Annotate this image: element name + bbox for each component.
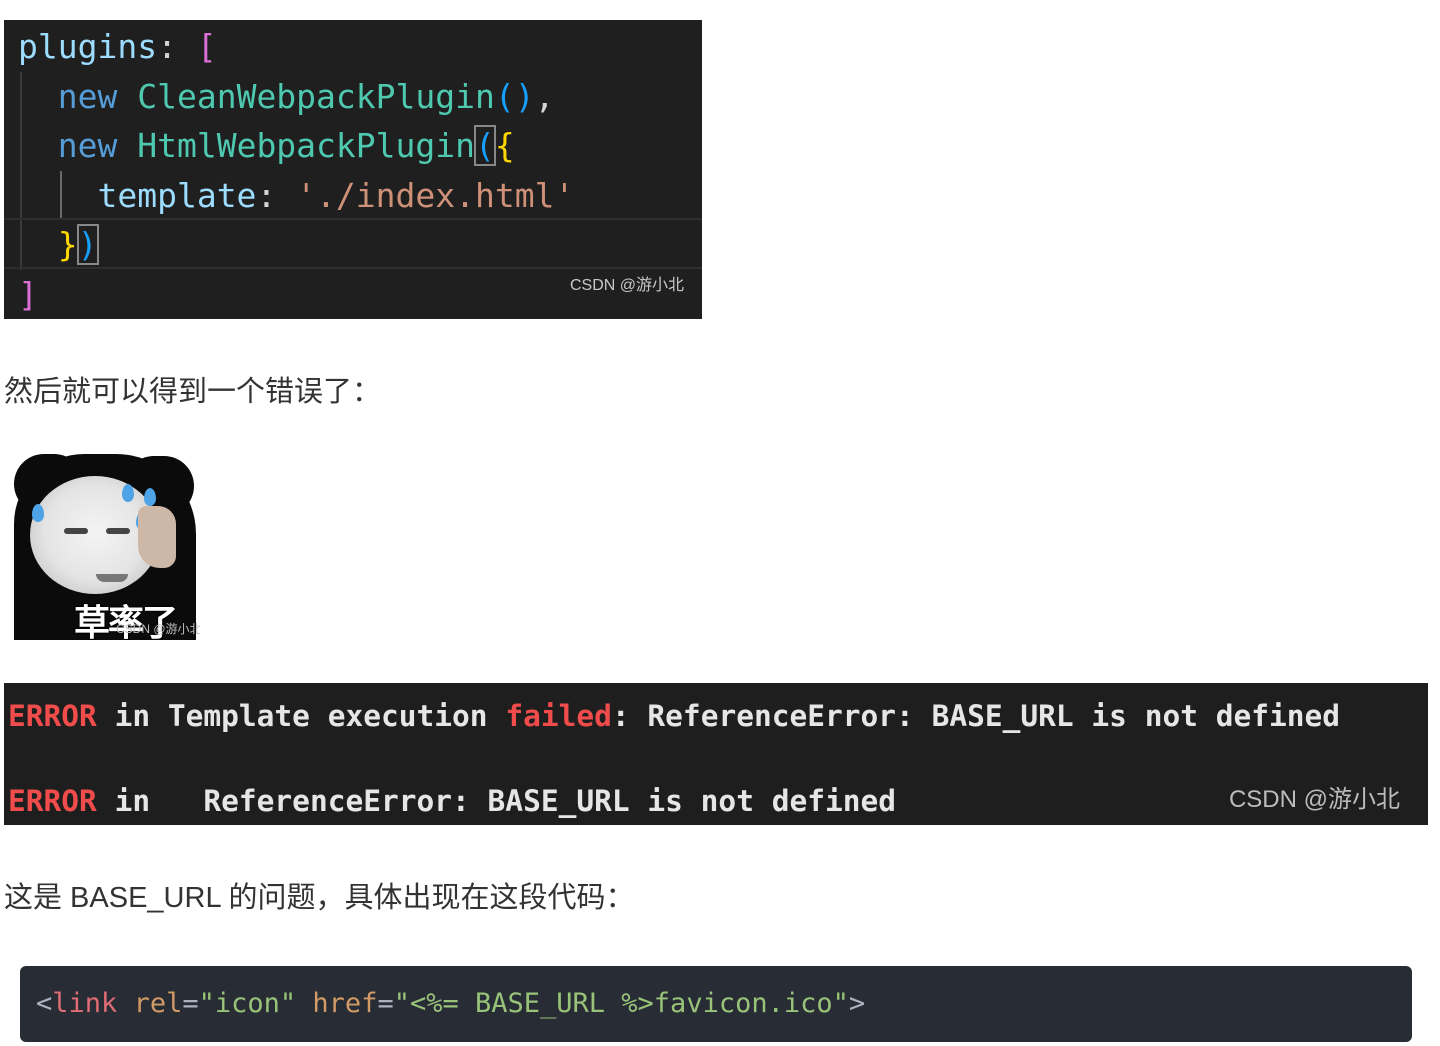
- code-token-comma: ,: [534, 76, 555, 116]
- code-token-colon: :: [157, 27, 197, 66]
- csdn-watermark: CSDN @游小北: [569, 277, 684, 295]
- indent-guide: [20, 71, 22, 122]
- code-token-parens: (): [494, 76, 535, 116]
- code-tag-name: link: [52, 988, 118, 1019]
- code-token-close-bracket: ]: [18, 274, 38, 314]
- code-token-open-brace: {: [494, 126, 515, 166]
- error-label: ERROR: [8, 784, 97, 818]
- terminal-line-1: ERROR in Template execution failed: Refe…: [8, 699, 1340, 733]
- paragraph-base-url-issue: 这是 BASE_URL 的问题，具体出现在这段代码：: [4, 882, 635, 914]
- tear-drop-icon: [144, 488, 156, 506]
- code-val-href: "<%= BASE_URL %>favicon.ico": [393, 988, 849, 1019]
- code-attr-href: href: [312, 988, 378, 1019]
- paragraph-error-intro: 然后就可以得到一个错误了：: [4, 376, 382, 408]
- indent-guide: [20, 121, 22, 171]
- code-token-new: new: [57, 126, 118, 166]
- code-token-open-paren: (: [474, 125, 496, 167]
- error-message: in ReferenceError: BASE_URL is not defin…: [96, 784, 897, 818]
- tear-drop-icon: [122, 484, 134, 502]
- meme-eye-left: [64, 528, 88, 534]
- code-screenshot-plugins: plugins: [ new CleanWebpackPlugin(), new…: [4, 20, 702, 319]
- code-token-plugins: plugins: [18, 27, 158, 66]
- code-lt: <: [36, 988, 53, 1019]
- code-token-open-bracket: [: [196, 27, 217, 66]
- code-gt: >: [848, 988, 866, 1019]
- code-token-new: new: [57, 76, 118, 116]
- meme-mouth: [96, 574, 128, 582]
- indent-guide: [20, 220, 22, 270]
- code-token-class: CleanWebpackPlugin: [137, 76, 495, 116]
- tear-drop-icon: [32, 504, 44, 522]
- code-token-template: template: [97, 175, 257, 215]
- code-token-class: HtmlWebpackPlugin: [137, 126, 475, 166]
- error-label: ERROR: [8, 699, 97, 733]
- code-token-close-brace: }: [57, 225, 78, 265]
- code-line-1: plugins: [: [18, 22, 702, 72]
- error-message: : ReferenceError: BASE_URL is not define…: [611, 699, 1341, 733]
- csdn-watermark: CSDN @游小北: [1228, 786, 1400, 813]
- code-token-colon: :: [256, 175, 297, 215]
- code-line-2: new CleanWebpackPlugin(),: [18, 71, 702, 122]
- code-attr-rel: rel: [133, 988, 183, 1019]
- code-eq: =: [182, 988, 199, 1019]
- indent-guide: [20, 170, 22, 221]
- code-line-4: template: './index.html': [4, 170, 702, 221]
- terminal-line-2: ERROR in ReferenceError: BASE_URL is not…: [8, 784, 896, 818]
- terminal-error-screenshot: ERROR in Template execution failed: Refe…: [4, 683, 1428, 825]
- error-text: in Template execution: [96, 699, 506, 733]
- code-token-string: './index.html': [296, 175, 575, 215]
- code-block-link-tag: <link rel="icon" href="<%= BASE_URL %>fa…: [20, 966, 1412, 1042]
- indent-guide-active: [60, 170, 62, 221]
- handkerchief-icon: [138, 506, 176, 568]
- code-token-close-paren: ): [76, 224, 99, 266]
- meme-watermark: CSDN @游小北: [116, 622, 200, 636]
- meme-eye-right: [106, 528, 130, 534]
- meme-image: 草率了 CSDN @游小北: [14, 454, 200, 640]
- code-line-3: new HtmlWebpackPlugin({: [18, 121, 702, 171]
- failed-label: failed: [505, 699, 612, 733]
- code-val-rel: "icon": [198, 988, 297, 1019]
- code-eq: =: [377, 988, 394, 1019]
